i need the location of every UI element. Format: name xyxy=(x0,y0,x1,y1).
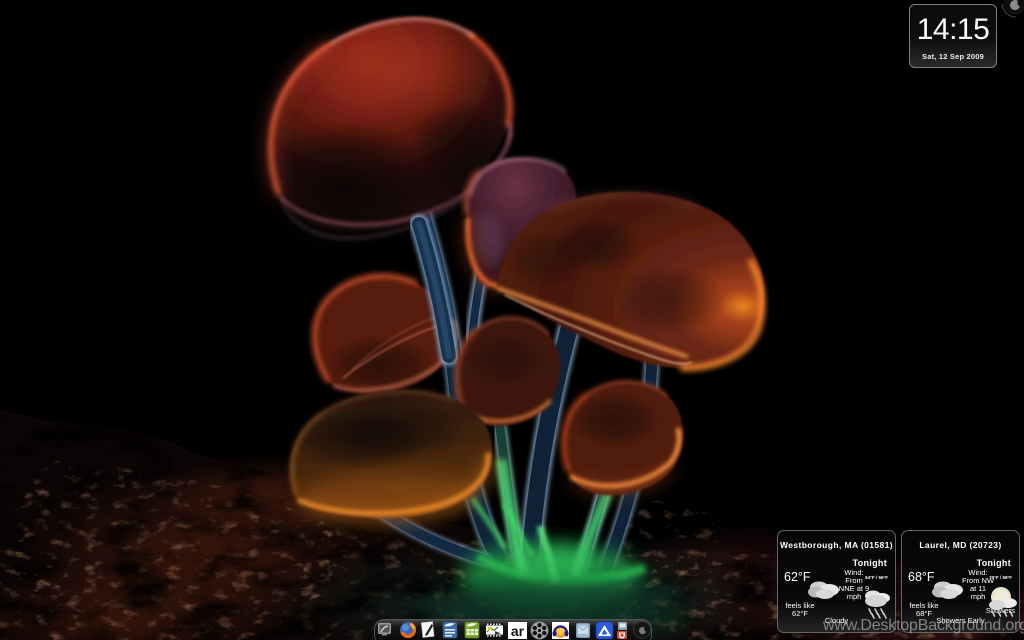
svg-text:ar: ar xyxy=(511,623,525,639)
